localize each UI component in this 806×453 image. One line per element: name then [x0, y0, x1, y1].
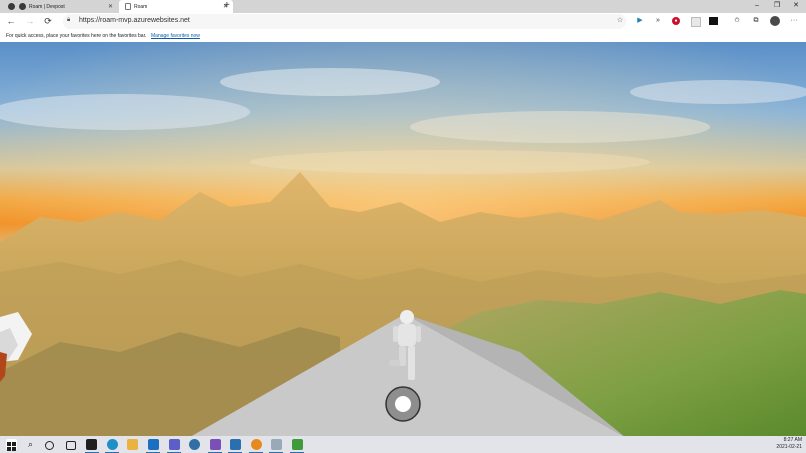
forward-extension-icon[interactable]: » [654, 17, 662, 25]
outlook-icon[interactable] [148, 439, 159, 450]
tab-label: Roam [134, 3, 148, 10]
maximize-button[interactable]: ❐ [767, 0, 787, 13]
monitor-icon[interactable] [230, 439, 241, 450]
manage-favorites-link[interactable]: Manage favorites now [151, 33, 200, 39]
play-extension-icon[interactable]: ▶ [636, 17, 644, 25]
favorites-bar-message: For quick access, place your favorites h… [6, 33, 147, 39]
joystick-knob[interactable] [395, 396, 411, 412]
game-scene [0, 42, 806, 437]
search-icon[interactable]: ⌕ [25, 439, 36, 450]
gray-extension-icon[interactable] [691, 17, 701, 27]
new-tab-button[interactable]: + [224, 1, 230, 11]
edge-icon[interactable] [107, 439, 118, 450]
browser-window: Roam | Devpost ✕ Roam ✕ + – ❐ ✕ ← → ⟳ 🔒︎… [0, 0, 806, 453]
file-explorer-icon[interactable] [127, 439, 138, 450]
game-canvas[interactable] [0, 42, 806, 437]
tab-label: Roam | Devpost [29, 3, 65, 10]
clock-time: 8:27 AM [783, 437, 802, 443]
profile-avatar-icon[interactable] [770, 16, 780, 26]
close-tab-icon[interactable]: ✕ [108, 3, 113, 10]
blender-icon[interactable] [251, 439, 262, 450]
cortana-icon[interactable] [45, 441, 54, 450]
start-icon[interactable] [6, 439, 17, 451]
red-extension-icon[interactable]: ● [672, 17, 680, 25]
lock-icon: 🔒︎ [67, 17, 71, 23]
page-favicon-icon [125, 3, 131, 10]
address-bar[interactable]: 🔒︎ https://roam-mvp.azurewebsites.net [63, 14, 626, 29]
close-window-button[interactable]: ✕ [786, 0, 806, 13]
task-view-icon[interactable] [66, 441, 76, 450]
chrome-like-icon[interactable] [189, 439, 200, 450]
url-text: https://roam-mvp.azurewebsites.net [79, 17, 190, 24]
tab-strip: Roam | Devpost ✕ Roam ✕ + – ❐ ✕ [0, 0, 806, 13]
add-favorite-icon[interactable]: ☆ [616, 17, 624, 25]
terminal-icon[interactable] [86, 439, 97, 450]
navigation-toolbar: ← → ⟳ 🔒︎ https://roam-mvp.azurewebsites.… [0, 13, 806, 30]
mail-icon[interactable] [271, 439, 282, 450]
back-button[interactable]: ← [5, 15, 17, 27]
visual-studio-icon[interactable] [210, 439, 221, 450]
favorites-bar: For quick access, place your favorites h… [0, 30, 806, 42]
system-clock[interactable]: 8:27 AM 2021-02-21 [776, 437, 802, 451]
node-icon[interactable] [292, 439, 303, 450]
favorites-icon[interactable]: ✩ [733, 17, 741, 25]
windows-taskbar: ⌕ 8:27 AM 2021-02-21 [0, 436, 806, 453]
clock-date: 2021-02-21 [776, 444, 802, 450]
tab-roam-devpost[interactable]: Roam | Devpost ✕ [0, 0, 118, 13]
minimize-button[interactable]: – [747, 0, 767, 13]
teams-icon[interactable] [169, 439, 180, 450]
refresh-button[interactable]: ⟳ [42, 15, 54, 27]
collections-icon[interactable]: ⧉ [752, 17, 760, 25]
tab-roam[interactable]: Roam ✕ [119, 0, 233, 13]
devpost-favicon-icon [19, 3, 26, 10]
more-menu-icon[interactable]: ··· [790, 17, 798, 25]
imdb-extension-icon[interactable] [709, 17, 718, 25]
virtual-joystick[interactable] [385, 386, 421, 422]
workspace-icon [8, 3, 15, 10]
forward-button[interactable]: → [24, 15, 36, 27]
